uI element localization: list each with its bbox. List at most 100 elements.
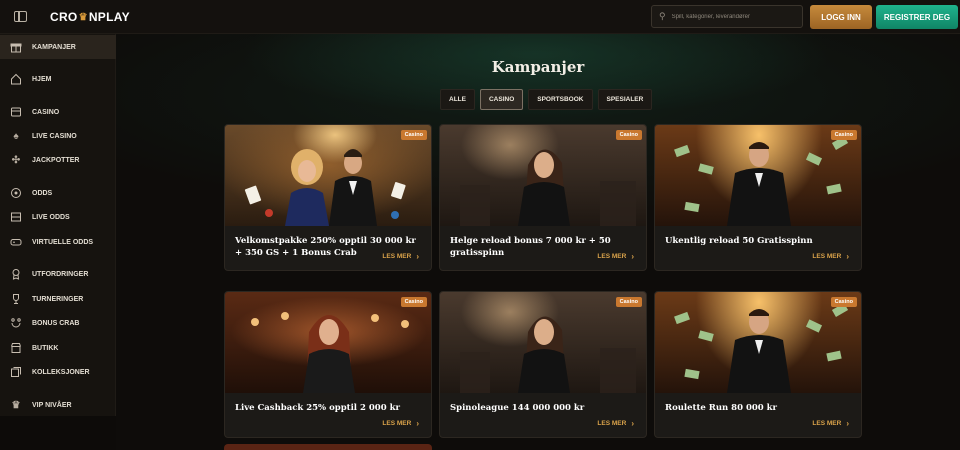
category-badge: Casino	[615, 130, 642, 140]
search-input[interactable]	[671, 13, 797, 20]
promo-card[interactable]: Casino Live Cashback 25% opptil 2 000 kr…	[224, 291, 432, 438]
promo-card[interactable]: Casino Spinoleague 144 000 000 kr LES ME…	[439, 291, 647, 438]
sidebar-item-label: KOLLEKSJONER	[32, 368, 90, 376]
promo-card[interactable]: Casino Roulette Run 80 000 kr LES MER ›	[654, 291, 862, 438]
sidebar-item-label: LIVE ODDS	[32, 213, 70, 221]
read-more-link[interactable]: LES MER ›	[812, 252, 849, 261]
logo[interactable]: CRO ♛ NPLAY	[50, 10, 130, 24]
gamepad-icon	[10, 236, 22, 248]
trophy-icon	[10, 293, 22, 305]
promo-title: Spinoleague 144 000 000 kr	[450, 403, 585, 413]
sidebar-item-jackpotter[interactable]: ✣ JACKPOTTER	[0, 148, 116, 172]
login-button[interactable]: LOGG INN	[810, 5, 872, 29]
promo-card[interactable]: Casino Velkomstpakke 250% opptil 30 000 …	[224, 124, 432, 271]
sidebar-item-label: ODDS	[32, 189, 53, 197]
top-header: CRO ♛ NPLAY ⚲ LOGG INN REGISTRER DEG	[0, 0, 960, 34]
promo-card[interactable]: Casino Ukentlig reload 50 Gratisspinn LE…	[654, 124, 862, 271]
read-more-label: LES MER	[812, 420, 842, 427]
sidebar-item-vip-nivaer[interactable]: ♛ VIP NIVÅER	[0, 393, 116, 417]
sidebar-item-label: UTFORDRINGER	[32, 270, 89, 278]
promo-image: Casino	[225, 292, 431, 393]
read-more-label: LES MER	[597, 420, 627, 427]
chevron-right-icon: ›	[631, 252, 634, 261]
sidebar-item-label: CASINO	[32, 108, 60, 116]
sidebar-toggle-icon[interactable]	[14, 11, 27, 22]
chevron-right-icon: ›	[846, 252, 849, 261]
live-odds-icon	[10, 211, 22, 223]
sidebar-item-label: VIRTUELLE ODDS	[32, 238, 94, 246]
shop-icon	[10, 342, 22, 354]
sidebar-item-utfordringer[interactable]: UTFORDRINGER	[0, 262, 116, 286]
tab-casino[interactable]: CASINO	[479, 89, 524, 110]
category-badge: Casino	[615, 297, 642, 307]
sidebar-item-label: VIP NIVÅER	[32, 401, 72, 409]
sidebar-item-live-casino[interactable]: ♠ LIVE CASINO	[0, 124, 116, 148]
sidebar-item-odds[interactable]: ODDS	[0, 181, 116, 205]
category-badge: Casino	[400, 130, 427, 140]
sidebar-item-kampanjer[interactable]: KAMPANJER	[0, 35, 116, 59]
crown-icon: ♛	[78, 11, 88, 23]
promo-card[interactable]: Casino Helge reload bonus 7 000 kr + 50 …	[439, 124, 647, 271]
medal-icon	[10, 268, 22, 280]
gift-icon	[10, 41, 22, 53]
chevron-right-icon: ›	[416, 419, 419, 428]
promo-image: Casino	[225, 125, 431, 226]
sidebar-item-virtuelle-odds[interactable]: VIRTUELLE ODDS	[0, 230, 116, 254]
promo-image: Casino	[655, 125, 861, 226]
promo-card-partial	[224, 444, 432, 450]
read-more-link[interactable]: LES MER ›	[597, 252, 634, 261]
sidebar-item-butikk[interactable]: BUTIKK	[0, 336, 116, 360]
sidebar-item-label: LIVE CASINO	[32, 132, 77, 140]
promo-title: Ukentlig reload 50 Gratisspinn	[665, 236, 813, 246]
chevron-right-icon: ›	[631, 419, 634, 428]
category-badge: Casino	[830, 130, 857, 140]
category-tabs: ALLE CASINO SPORTSBOOK SPESIALER	[440, 89, 653, 110]
logo-text-right: NPLAY	[88, 10, 130, 24]
category-badge: Casino	[400, 297, 427, 307]
promo-title: Roulette Run 80 000 kr	[665, 403, 778, 413]
tab-alle[interactable]: ALLE	[440, 89, 475, 110]
read-more-label: LES MER	[382, 253, 412, 260]
sidebar-item-bonus-crab[interactable]: BONUS CRAB	[0, 311, 116, 335]
soccer-ball-icon	[10, 187, 22, 199]
sidebar-item-turneringer[interactable]: TURNERINGER	[0, 287, 116, 311]
sidebar-item-label: TURNERINGER	[32, 295, 84, 303]
sidebar: KAMPANJER HJEM CASINO ♠ LIVE CASINO ✣ JA…	[0, 34, 116, 416]
promo-title: Live Cashback 25% opptil 2 000 kr	[235, 403, 400, 413]
sidebar-item-label: BUTIKK	[32, 344, 59, 352]
sidebar-item-live-odds[interactable]: LIVE ODDS	[0, 205, 116, 229]
sidebar-item-casino[interactable]: CASINO	[0, 100, 116, 124]
crab-icon	[10, 317, 22, 329]
logo-text-left: CRO	[50, 10, 78, 24]
slot-machine-icon	[10, 106, 22, 118]
main-content: Kampanjer ALLE CASINO SPORTSBOOK SPESIAL…	[116, 34, 960, 450]
search-box[interactable]: ⚲	[651, 5, 803, 28]
spade-icon: ♠	[13, 130, 19, 142]
read-more-link[interactable]: LES MER ›	[812, 419, 849, 428]
read-more-label: LES MER	[382, 420, 412, 427]
chevron-right-icon: ›	[846, 419, 849, 428]
sidebar-item-hjem[interactable]: HJEM	[0, 67, 116, 91]
tab-sportsbook[interactable]: SPORTSBOOK	[528, 89, 593, 110]
read-more-link[interactable]: LES MER ›	[382, 419, 419, 428]
tab-spesialer[interactable]: SPESIALER	[597, 89, 653, 110]
chevron-right-icon: ›	[416, 252, 419, 261]
read-more-link[interactable]: LES MER ›	[597, 419, 634, 428]
home-icon	[10, 73, 22, 85]
sidebar-item-label: JACKPOTTER	[32, 156, 80, 164]
promo-image: Casino	[440, 292, 646, 393]
read-more-label: LES MER	[597, 253, 627, 260]
page-title: Kampanjer	[491, 58, 585, 76]
jackpot-icon: ✣	[11, 154, 21, 166]
search-icon: ⚲	[659, 11, 666, 21]
sidebar-item-label: HJEM	[32, 75, 52, 83]
category-badge: Casino	[830, 297, 857, 307]
collection-icon	[10, 366, 22, 378]
sidebar-item-kolleksjoner[interactable]: KOLLEKSJONER	[0, 360, 116, 384]
sidebar-item-label: KAMPANJER	[32, 43, 76, 51]
sidebar-item-label: BONUS CRAB	[32, 319, 80, 327]
crown-icon: ♛	[11, 399, 21, 411]
read-more-link[interactable]: LES MER ›	[382, 252, 419, 261]
promo-image: Casino	[655, 292, 861, 393]
register-button[interactable]: REGISTRER DEG	[876, 5, 958, 29]
